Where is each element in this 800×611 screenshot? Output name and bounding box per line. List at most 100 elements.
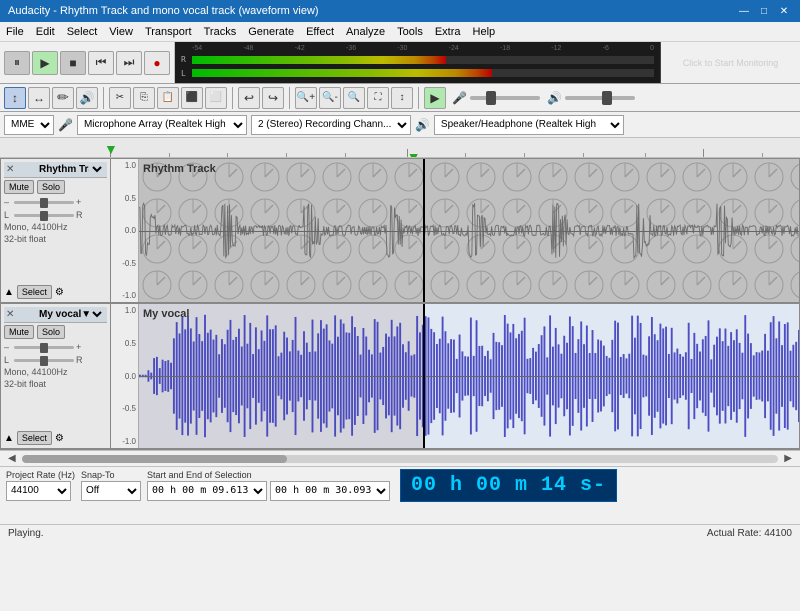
menu-generate[interactable]: Generate (242, 24, 300, 40)
selection-times: 00 h 00 m 09.613 s 00 h 00 m 30.093 s (147, 481, 390, 501)
vocal-waveform-area[interactable]: 1.0 0.5 0.0 -0.5 -1.0 My vocal (111, 304, 799, 448)
undo-button[interactable]: ↩ (238, 87, 260, 109)
skip-fwd-button[interactable]: ⏭ (116, 51, 142, 75)
tracks-container: ✕ Rhythm Trac▼ Mute Solo – + L (0, 158, 800, 450)
input-volume-slider[interactable] (470, 96, 540, 100)
hscrollbar-thumb[interactable] (22, 455, 287, 463)
stop-button[interactable]: ■ (60, 51, 86, 75)
vocal-playhead (423, 304, 425, 448)
rhythm-pan-slider[interactable] (14, 214, 74, 217)
vu-l-label: L (181, 69, 189, 78)
vocal-track-name-select[interactable]: My vocal▼ (35, 308, 105, 321)
ruler-minor (169, 153, 170, 158)
record-button[interactable]: ● (144, 51, 170, 75)
menu-select[interactable]: Select (61, 24, 104, 40)
play-at-speed-button[interactable]: ▶ (424, 87, 446, 109)
play-button[interactable]: ▶ (32, 51, 58, 75)
rhythm-select-button[interactable]: Select (17, 285, 52, 299)
vocal-pan-slider[interactable] (14, 359, 74, 362)
scale-1: 1.0 (113, 161, 136, 170)
ruler-start-arrow: ▼ (104, 141, 118, 157)
menu-extra[interactable]: Extra (429, 24, 467, 40)
sel-end-select[interactable]: 00 h 00 m 30.093 s (270, 481, 390, 501)
vu-scale-label: -36 (346, 45, 356, 52)
cut-button[interactable]: ✂ (109, 87, 131, 109)
vu-meter: -54 -48 -42 -36 -30 -24 -18 -12 -6 0 R L (175, 42, 660, 83)
toolbar-sep-2 (232, 87, 233, 109)
tool-envelope[interactable]: ↔ (28, 87, 50, 109)
menu-edit[interactable]: Edit (30, 24, 61, 40)
menu-tools[interactable]: Tools (391, 24, 429, 40)
rhythm-zero-line (139, 231, 799, 232)
vocal-collapse-icon[interactable]: ▲ (4, 433, 14, 444)
vocal-gain-slider[interactable] (14, 346, 74, 349)
vu-scale: -54 -48 -42 -36 -30 -24 -18 -12 -6 0 (181, 45, 654, 53)
zoom-out-button[interactable]: 🔍- (319, 87, 341, 109)
ruler-minor (645, 153, 646, 158)
zoom-fit-v[interactable]: ↕ (391, 87, 413, 109)
close-button[interactable]: ✕ (776, 4, 792, 18)
tool-zoom[interactable]: 🔊 (76, 87, 98, 109)
zoom-fit-button[interactable]: ⛶ (367, 87, 389, 109)
vocal-solo-button[interactable]: Solo (37, 325, 65, 339)
menu-analyze[interactable]: Analyze (340, 24, 391, 40)
rhythm-gain-slider[interactable] (14, 201, 74, 204)
vocal-select-button[interactable]: Select (17, 431, 52, 445)
rhythm-track-name-select[interactable]: Rhythm Trac▼ (35, 163, 105, 176)
rhythm-wave-inner: Rhythm Track (139, 159, 799, 302)
scroll-left-arrow[interactable]: ◀ (4, 453, 20, 464)
snap-to-select[interactable]: Off (81, 481, 141, 501)
trim-button[interactable]: ⬛ (181, 87, 203, 109)
vocal-menu-icon[interactable]: ⚙ (55, 433, 64, 444)
minimize-button[interactable]: — (736, 4, 752, 18)
rhythm-menu-icon[interactable]: ⚙ (55, 287, 64, 298)
ruler-minor (762, 153, 763, 158)
rhythm-mute-button[interactable]: Mute (4, 180, 34, 194)
vu-scale-label: -24 (449, 45, 459, 52)
vocal-mute-button[interactable]: Mute (4, 325, 34, 339)
menu-effect[interactable]: Effect (300, 24, 340, 40)
menu-help[interactable]: Help (467, 24, 502, 40)
pause-button[interactable]: ⏸ (4, 51, 30, 75)
timecode-text: 00 h 00 m 14 s- (411, 474, 606, 497)
channel-select[interactable]: 2 (Stereo) Recording Chann... (251, 115, 411, 135)
rhythm-playhead (423, 159, 425, 302)
rhythm-collapse-icon[interactable]: ▲ (4, 287, 14, 298)
vocal-close-icon[interactable]: ✕ (6, 309, 18, 320)
menu-file[interactable]: File (0, 24, 30, 40)
silence-button[interactable]: ⬜ (205, 87, 227, 109)
mic-icon: 🎤 (452, 91, 467, 105)
skip-back-button[interactable]: ⏮ (88, 51, 114, 75)
redo-button[interactable]: ↪ (262, 87, 284, 109)
copy-button[interactable]: ⎘ (133, 87, 155, 109)
rhythm-solo-button[interactable]: Solo (37, 180, 65, 194)
ruler: ▼ 0 15 ▼ 30 (0, 138, 800, 158)
ruler-minor (286, 153, 287, 158)
tool-draw[interactable]: ✏ (52, 87, 74, 109)
menu-tracks[interactable]: Tracks (198, 24, 243, 40)
project-rate-select[interactable]: 44100 (6, 481, 71, 501)
zoom-in-button[interactable]: 🔍+ (295, 87, 317, 109)
scale-n1: -1.0 (113, 291, 136, 300)
rhythm-close-icon[interactable]: ✕ (6, 164, 18, 175)
sel-start-select[interactable]: 00 h 00 m 09.613 s (147, 481, 267, 501)
monitor-label: Click to Start Monitoring (683, 58, 779, 68)
hscrollbar-track[interactable] (22, 455, 779, 463)
output-volume-slider[interactable] (565, 96, 635, 100)
output-device-select[interactable]: Speaker/Headphone (Realtek High (434, 115, 624, 135)
click-to-monitor[interactable]: Click to Start Monitoring (660, 42, 800, 83)
input-device-select[interactable]: Microphone Array (Realtek High (77, 115, 247, 135)
menu-transport[interactable]: Transport (139, 24, 198, 40)
ruler-mark-30: 30 (703, 156, 713, 159)
maximize-button[interactable]: □ (756, 4, 772, 18)
zoom-sel-button[interactable]: 🔍 (343, 87, 365, 109)
gain-label: – (4, 197, 12, 207)
tool-selection[interactable]: ↕ (4, 87, 26, 109)
menu-view[interactable]: View (103, 24, 139, 40)
api-select[interactable]: MME (4, 115, 54, 135)
rhythm-waveform-area[interactable]: 1.0 0.5 0.0 -0.5 -1.0 Rhythm Track (111, 159, 799, 302)
vocal-track: ✕ My vocal▼ Mute Solo – + L (1, 304, 799, 449)
paste-button[interactable]: 📋 (157, 87, 179, 109)
scroll-right-arrow[interactable]: ▶ (780, 453, 796, 464)
hscrollbar: ◀ ▶ (0, 450, 800, 466)
